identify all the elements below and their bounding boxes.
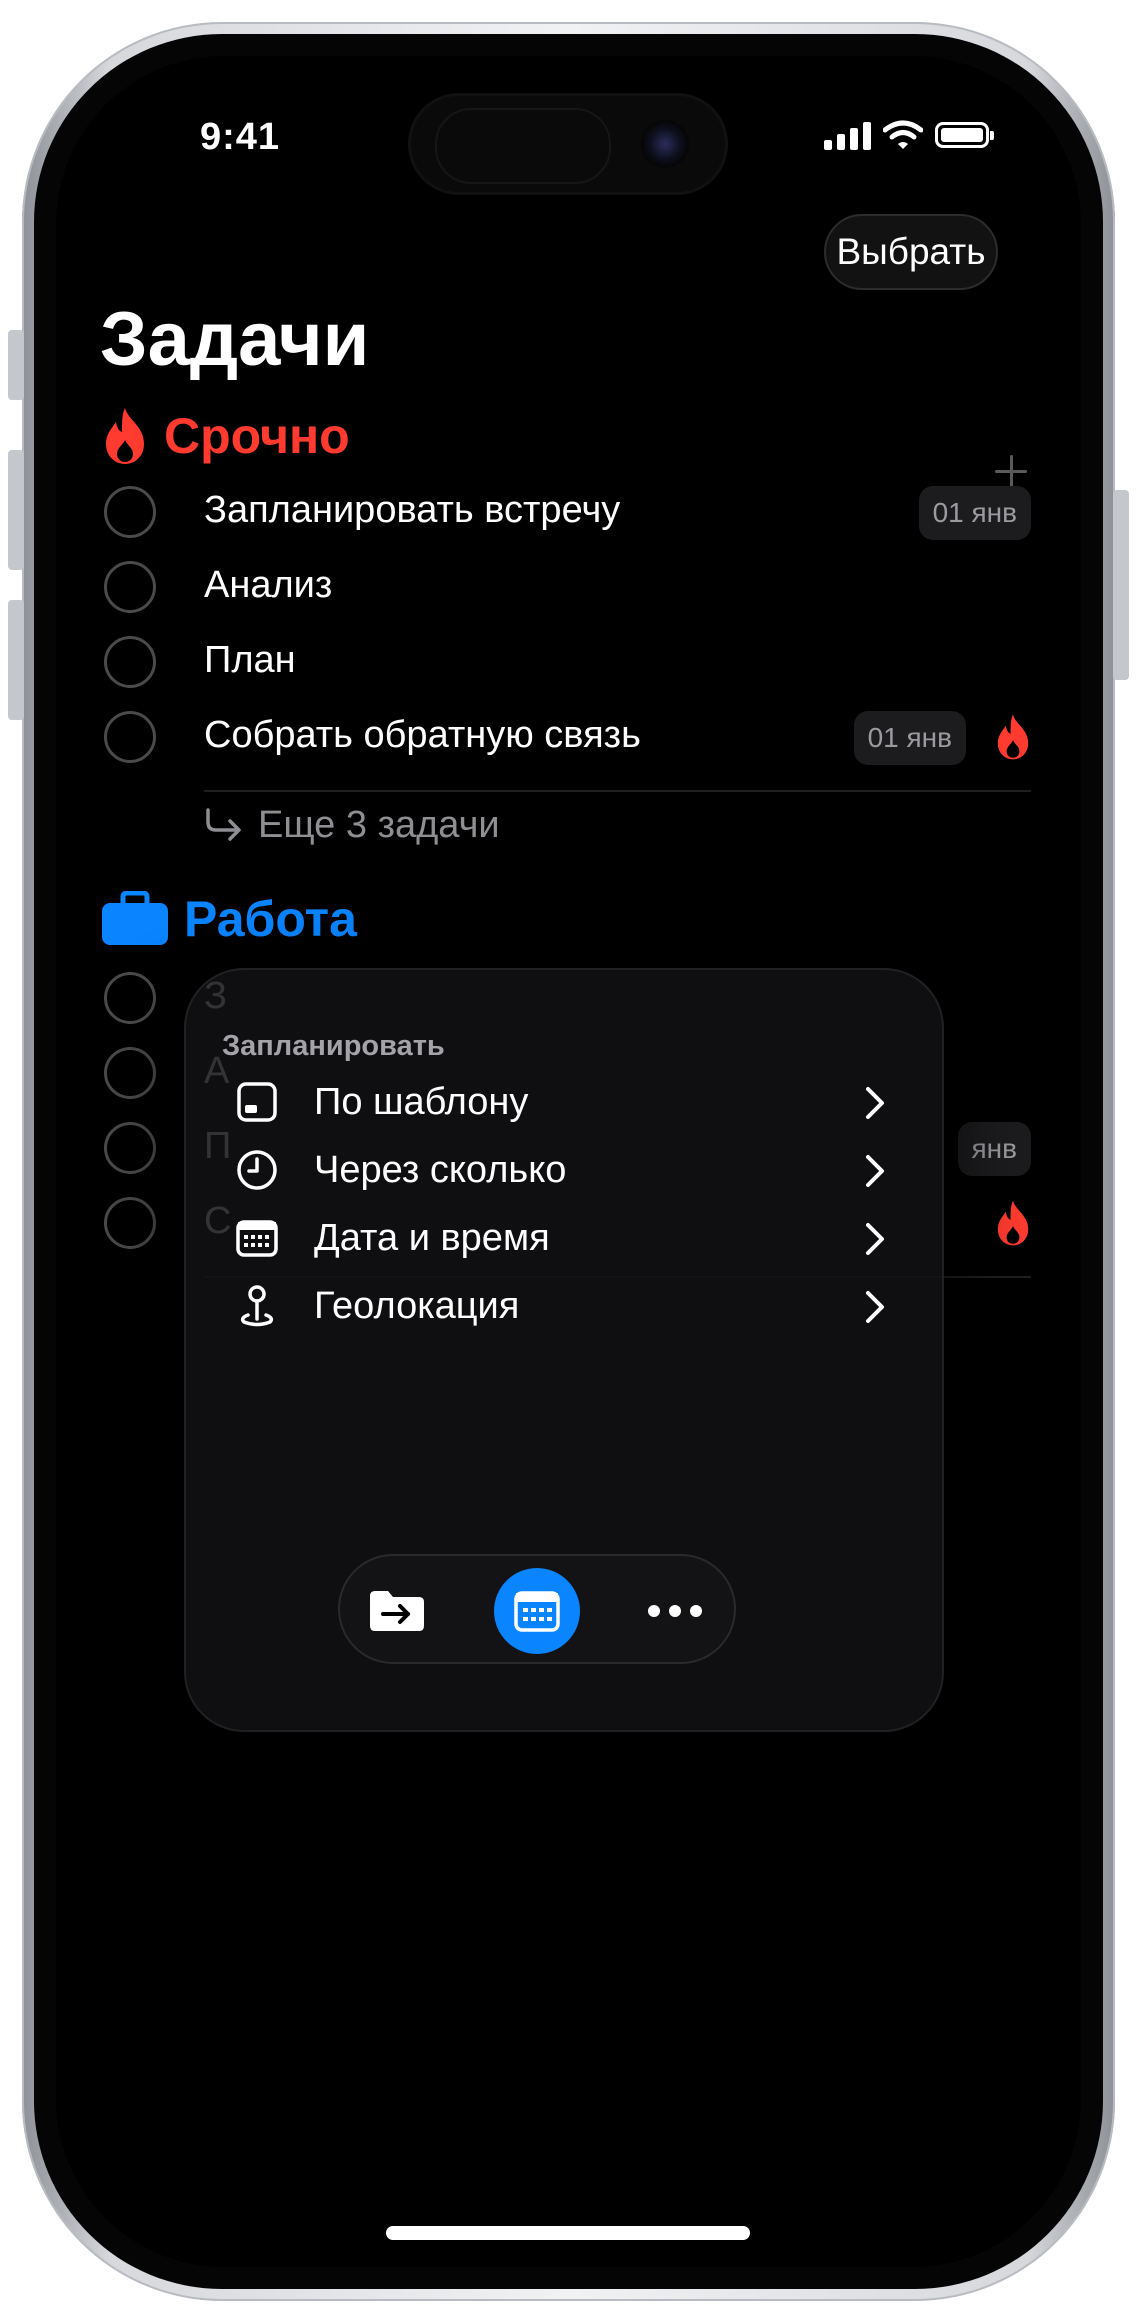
section-header-work[interactable]: Работа [100, 890, 357, 948]
action-button [8, 330, 24, 400]
task-row[interactable]: Запланировать встречу 01 янв [56, 474, 1081, 554]
cellular-signal-icon [824, 120, 871, 150]
task-row[interactable]: Анализ [56, 549, 1081, 629]
task-title: План [204, 639, 296, 681]
more-tasks-label: Еще 3 задачи [258, 804, 500, 846]
task-checkbox[interactable] [104, 1047, 156, 1099]
task-checkbox[interactable] [104, 561, 156, 613]
date-badge: 01 янв [853, 711, 966, 765]
briefcase-icon [102, 891, 168, 945]
action-toolbar [338, 1554, 736, 1664]
clock-icon [237, 1150, 277, 1190]
task-checkbox[interactable] [104, 1122, 156, 1174]
dynamic-island [411, 96, 725, 192]
date-badge: янв [957, 1122, 1031, 1176]
calendar-icon [514, 1591, 560, 1632]
divider [204, 790, 1031, 792]
task-checkbox[interactable] [104, 972, 156, 1024]
status-icons [824, 120, 994, 150]
task-checkbox[interactable] [104, 1197, 156, 1249]
more-tasks-link[interactable]: Еще 3 задачи [204, 804, 500, 847]
power-button [1113, 490, 1129, 680]
flame-icon [106, 408, 144, 464]
move-to-folder-icon [370, 1591, 424, 1631]
schedule-button[interactable] [494, 1568, 580, 1654]
more-button[interactable] [632, 1568, 718, 1654]
menu-item-label: Геолокация [314, 1285, 520, 1327]
date-badge: 01 янв [918, 486, 1031, 540]
section-header-urgent[interactable]: Срочно [100, 406, 350, 466]
more-icon [648, 1605, 702, 1617]
chevron-right-icon [866, 1155, 884, 1187]
wifi-icon [883, 120, 923, 149]
volume-up-button [8, 450, 24, 570]
battery-icon [935, 122, 994, 148]
volume-down-button [8, 600, 24, 720]
chevron-right-icon [866, 1087, 884, 1119]
return-arrow-icon [206, 807, 241, 841]
select-button[interactable]: Выбрать [824, 214, 998, 290]
menu-item-location[interactable]: Геолокация [186, 1261, 946, 1351]
task-title: Запланировать встречу [204, 489, 621, 531]
screen: 9:41 Выбрать Задачи Срочно Запланировать… [56, 56, 1081, 2267]
section-title-urgent: Срочно [164, 408, 350, 464]
move-to-folder-button[interactable] [354, 1568, 440, 1654]
calendar-grid-icon [236, 1220, 278, 1257]
task-row[interactable]: План [56, 624, 1081, 704]
camera-icon [641, 120, 689, 168]
task-title: Анализ [204, 564, 333, 606]
chevron-right-icon [866, 1291, 884, 1323]
chevron-right-icon [866, 1223, 884, 1255]
task-row[interactable]: Собрать обратную связь 01 янв [56, 699, 1081, 779]
task-title: Собрать обратную связь [204, 714, 641, 756]
template-icon [237, 1082, 277, 1122]
urgent-flame-icon [997, 1200, 1029, 1246]
task-checkbox[interactable] [104, 711, 156, 763]
location-pin-icon [240, 1285, 274, 1327]
status-time: 9:41 [200, 116, 281, 158]
menu-item-label: Через сколько [314, 1149, 567, 1191]
page-title: Задачи [100, 297, 370, 382]
home-indicator[interactable] [386, 2226, 750, 2240]
menu-item-label: По шаблону [314, 1081, 529, 1123]
section-title-work: Работа [184, 891, 357, 947]
menu-item-label: Дата и время [314, 1217, 550, 1259]
urgent-flame-icon [997, 714, 1029, 760]
task-checkbox[interactable] [104, 636, 156, 688]
task-checkbox[interactable] [104, 486, 156, 538]
